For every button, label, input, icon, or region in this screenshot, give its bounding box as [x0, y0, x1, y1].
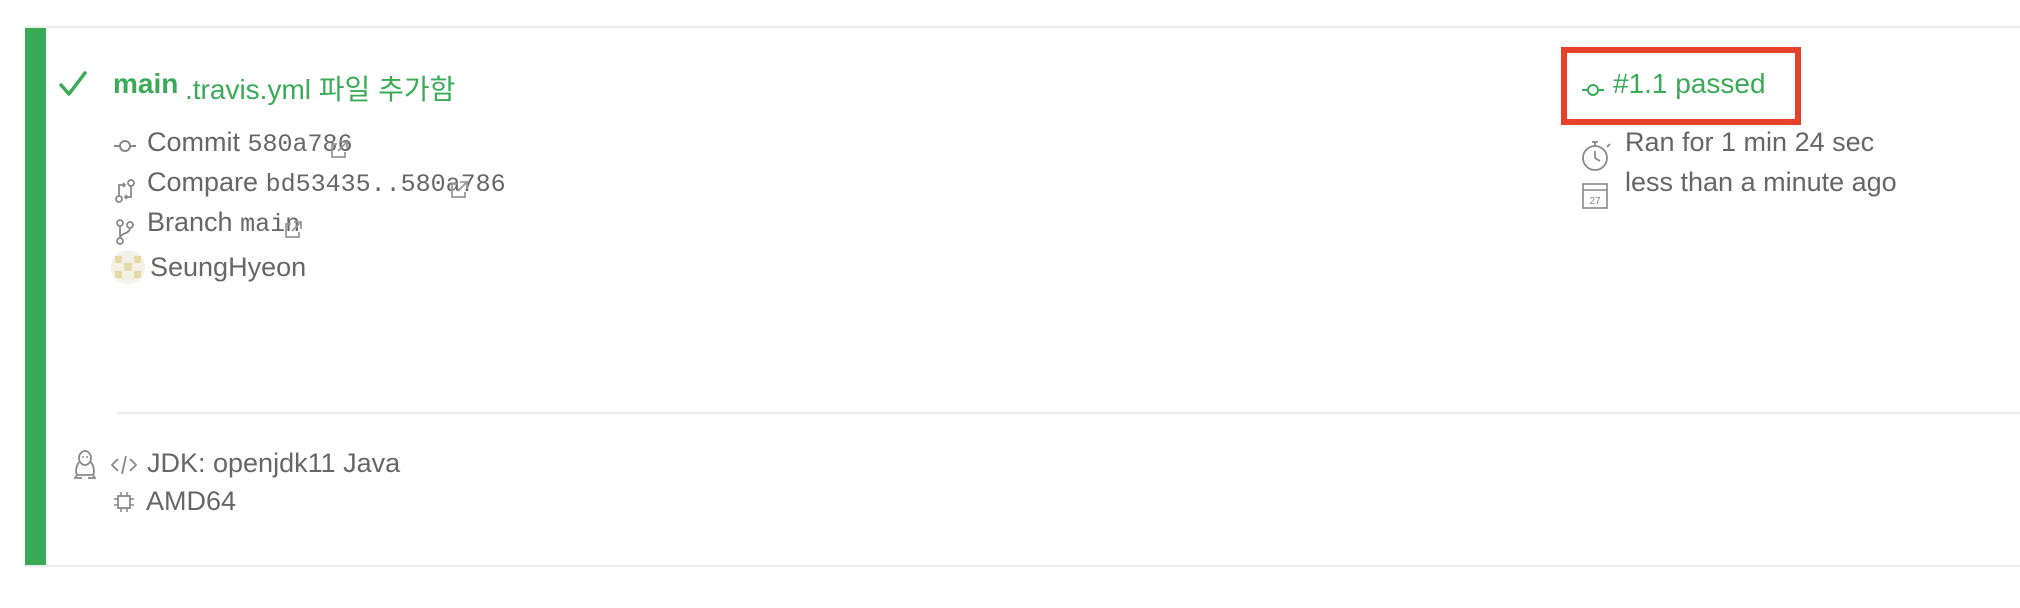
- compare-icon: [115, 179, 135, 203]
- branch-link[interactable]: main: [113, 68, 178, 100]
- compare-label: Compare: [147, 167, 259, 197]
- commit-icon: [114, 140, 136, 152]
- language-label: JDK: openjdk11 Java: [147, 448, 401, 478]
- commit-message[interactable]: .travis.yml 파일 추가함: [185, 68, 455, 108]
- highlight-box: [1561, 47, 1801, 125]
- build-card: main .travis.yml 파일 추가함 Commit 580a786 C…: [25, 26, 2020, 567]
- branch-row-label: Branch: [147, 207, 233, 237]
- external-link-icon[interactable]: [330, 141, 348, 159]
- commit-label: Commit: [147, 127, 240, 157]
- avatar: [111, 250, 145, 284]
- duration-label: Ran for 1 min 24 sec: [1625, 127, 1875, 157]
- calendar-day: 27: [1589, 196, 1601, 207]
- arch-label: AMD64: [146, 486, 237, 516]
- compare-range[interactable]: bd53435..580a786: [266, 170, 506, 199]
- author-name[interactable]: SeungHyeon: [150, 252, 306, 283]
- branch-icon: [116, 219, 134, 245]
- code-icon: [111, 455, 137, 475]
- external-link-icon[interactable]: [450, 181, 468, 199]
- check-icon: [59, 71, 87, 96]
- linux-icon: [74, 450, 96, 479]
- cpu-icon: [114, 492, 134, 512]
- external-link-icon[interactable]: [284, 221, 302, 239]
- status-stripe: [25, 28, 46, 565]
- stopwatch-icon: [1582, 141, 1611, 171]
- finished-label: less than a minute ago: [1625, 167, 1897, 197]
- commit-row[interactable]: Commit 580a786: [147, 127, 353, 159]
- branch-row[interactable]: Branch main: [147, 207, 300, 239]
- calendar-icon: 27: [1582, 183, 1608, 209]
- section-divider: [117, 412, 2020, 414]
